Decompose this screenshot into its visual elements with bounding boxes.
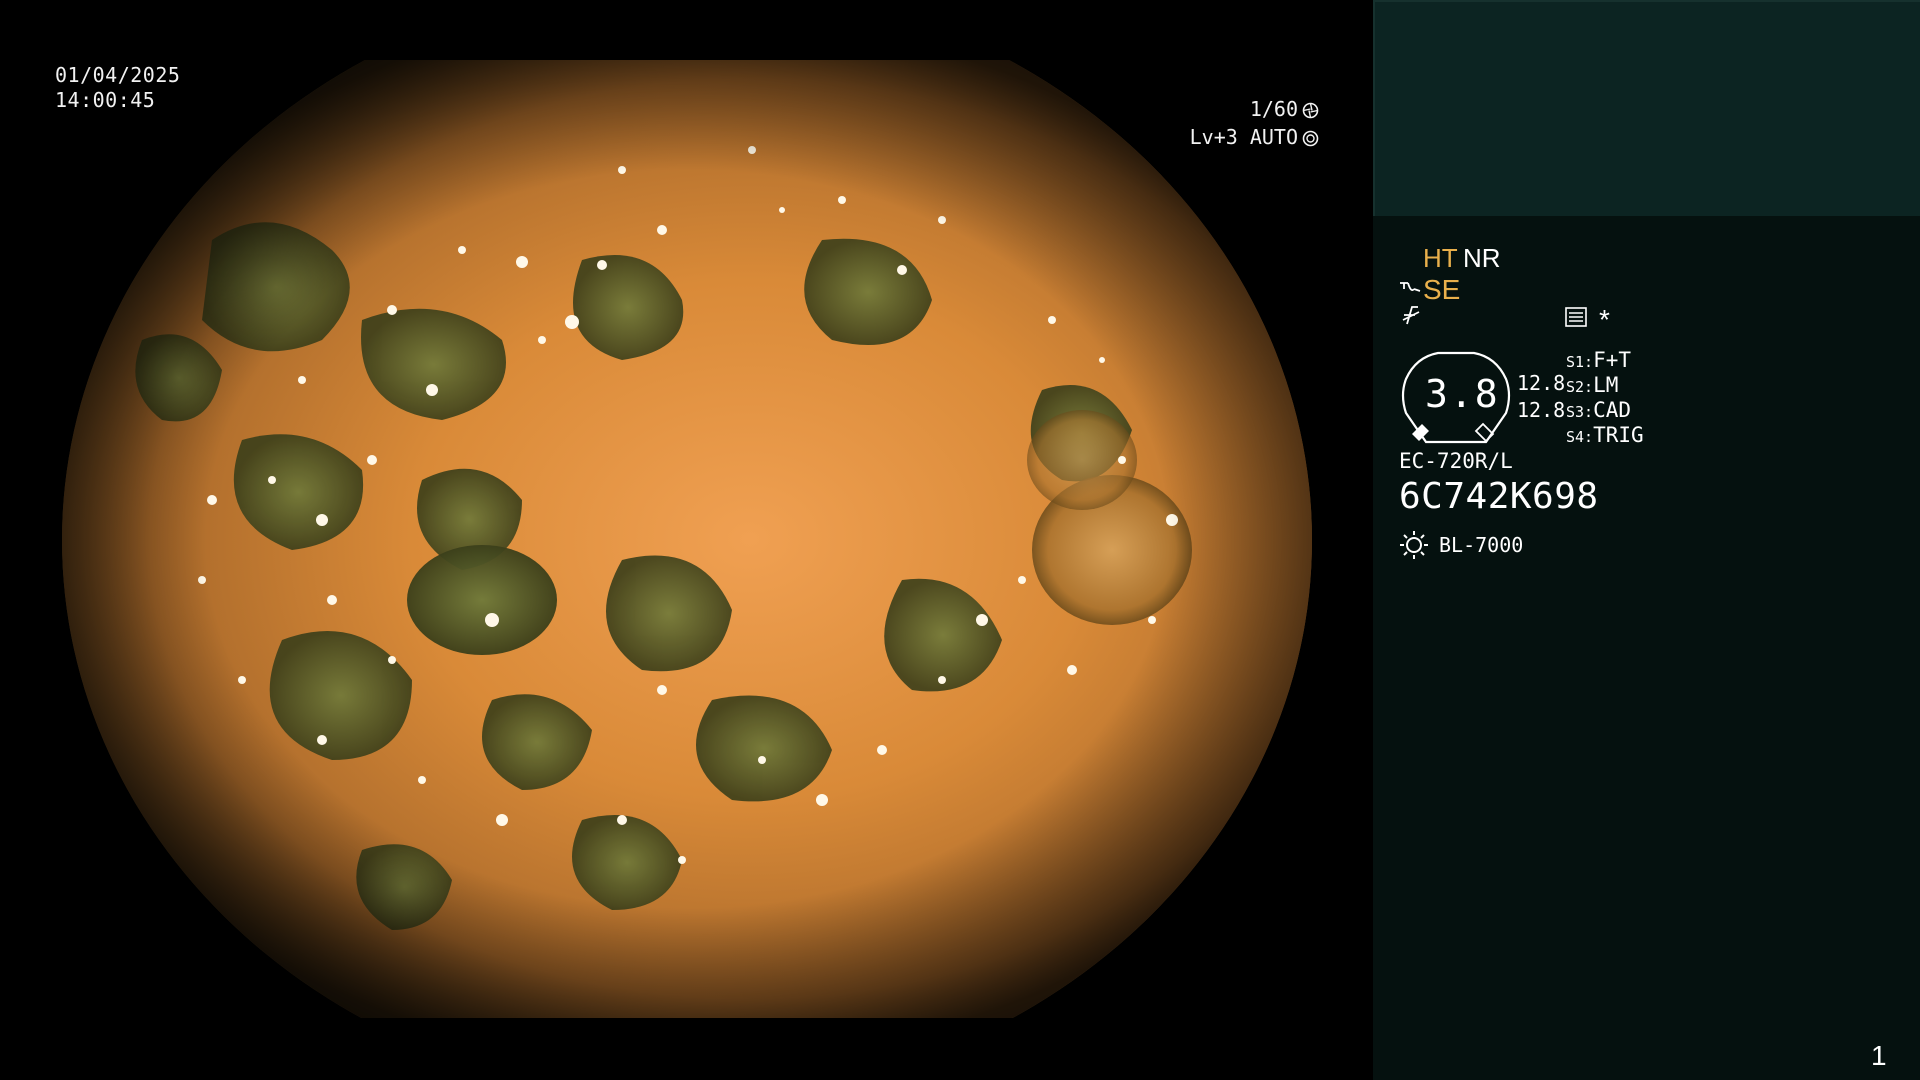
switch-value: F+T bbox=[1593, 348, 1632, 372]
mode-se-label: SE bbox=[1423, 274, 1461, 305]
panel-header bbox=[1373, 0, 1920, 216]
asterisk-indicator: * bbox=[1599, 304, 1610, 335]
switch-key: S1: bbox=[1566, 353, 1594, 371]
shutter-text: 1/60 bbox=[1249, 97, 1298, 121]
endoscope-view: 01/04/2025 14:00:45 1/60 Lv+3 AUTO bbox=[0, 0, 1373, 1080]
date-time-readout: 01/04/2025 14:00:45 bbox=[55, 63, 180, 113]
info-panel: HT NR SE * 3.8 12.8 12.8 S1:F+T S2:LM S3… bbox=[1373, 0, 1920, 1080]
mode-ht-label: HT bbox=[1423, 243, 1458, 273]
scope-model: EC-720R/L bbox=[1399, 449, 1513, 473]
se-mode-icon bbox=[1399, 276, 1421, 304]
switch-value: LM bbox=[1593, 373, 1619, 397]
time-text: 14:00:45 bbox=[55, 88, 156, 112]
shutter-aperture-icon bbox=[1302, 100, 1319, 125]
mode-nr-label: NR bbox=[1463, 243, 1501, 273]
auto-iris-icon bbox=[1302, 128, 1319, 153]
switch-row-4: S4:TRIG bbox=[1566, 423, 1644, 447]
light-source-model: BL-7000 bbox=[1439, 533, 1524, 557]
switch-row-2: S2:LM bbox=[1566, 373, 1618, 397]
shutter-readout: 1/60 bbox=[1250, 97, 1319, 125]
menu-icon bbox=[1565, 307, 1587, 332]
light-source-icon bbox=[1399, 530, 1429, 565]
level-text: Lv+3 AUTO bbox=[1189, 125, 1298, 149]
gain-value-2: 12.8 bbox=[1517, 398, 1566, 422]
zoom-value: 3.8 bbox=[1425, 372, 1500, 416]
switch-value: TRIG bbox=[1593, 423, 1644, 447]
iris-level-readout: Lv+3 AUTO bbox=[1190, 125, 1319, 153]
switch-row-1: S1:F+T bbox=[1566, 348, 1631, 372]
switch-key: S4: bbox=[1566, 428, 1594, 446]
switch-key: S3: bbox=[1566, 403, 1594, 421]
switch-value: CAD bbox=[1593, 398, 1632, 422]
f-mode-icon bbox=[1401, 302, 1421, 333]
page-number: 1 bbox=[1871, 1040, 1887, 1071]
endoscopy-screen: 01/04/2025 14:00:45 1/60 Lv+3 AUTO HT NR… bbox=[0, 0, 1920, 1080]
scope-serial-number: 6C742K698 bbox=[1399, 476, 1599, 517]
switch-key: S2: bbox=[1566, 378, 1594, 396]
date-text: 01/04/2025 bbox=[55, 63, 181, 87]
switch-row-3: S3:CAD bbox=[1566, 398, 1631, 422]
gain-value-1: 12.8 bbox=[1517, 371, 1566, 395]
endoscope-image bbox=[62, 60, 1312, 1018]
